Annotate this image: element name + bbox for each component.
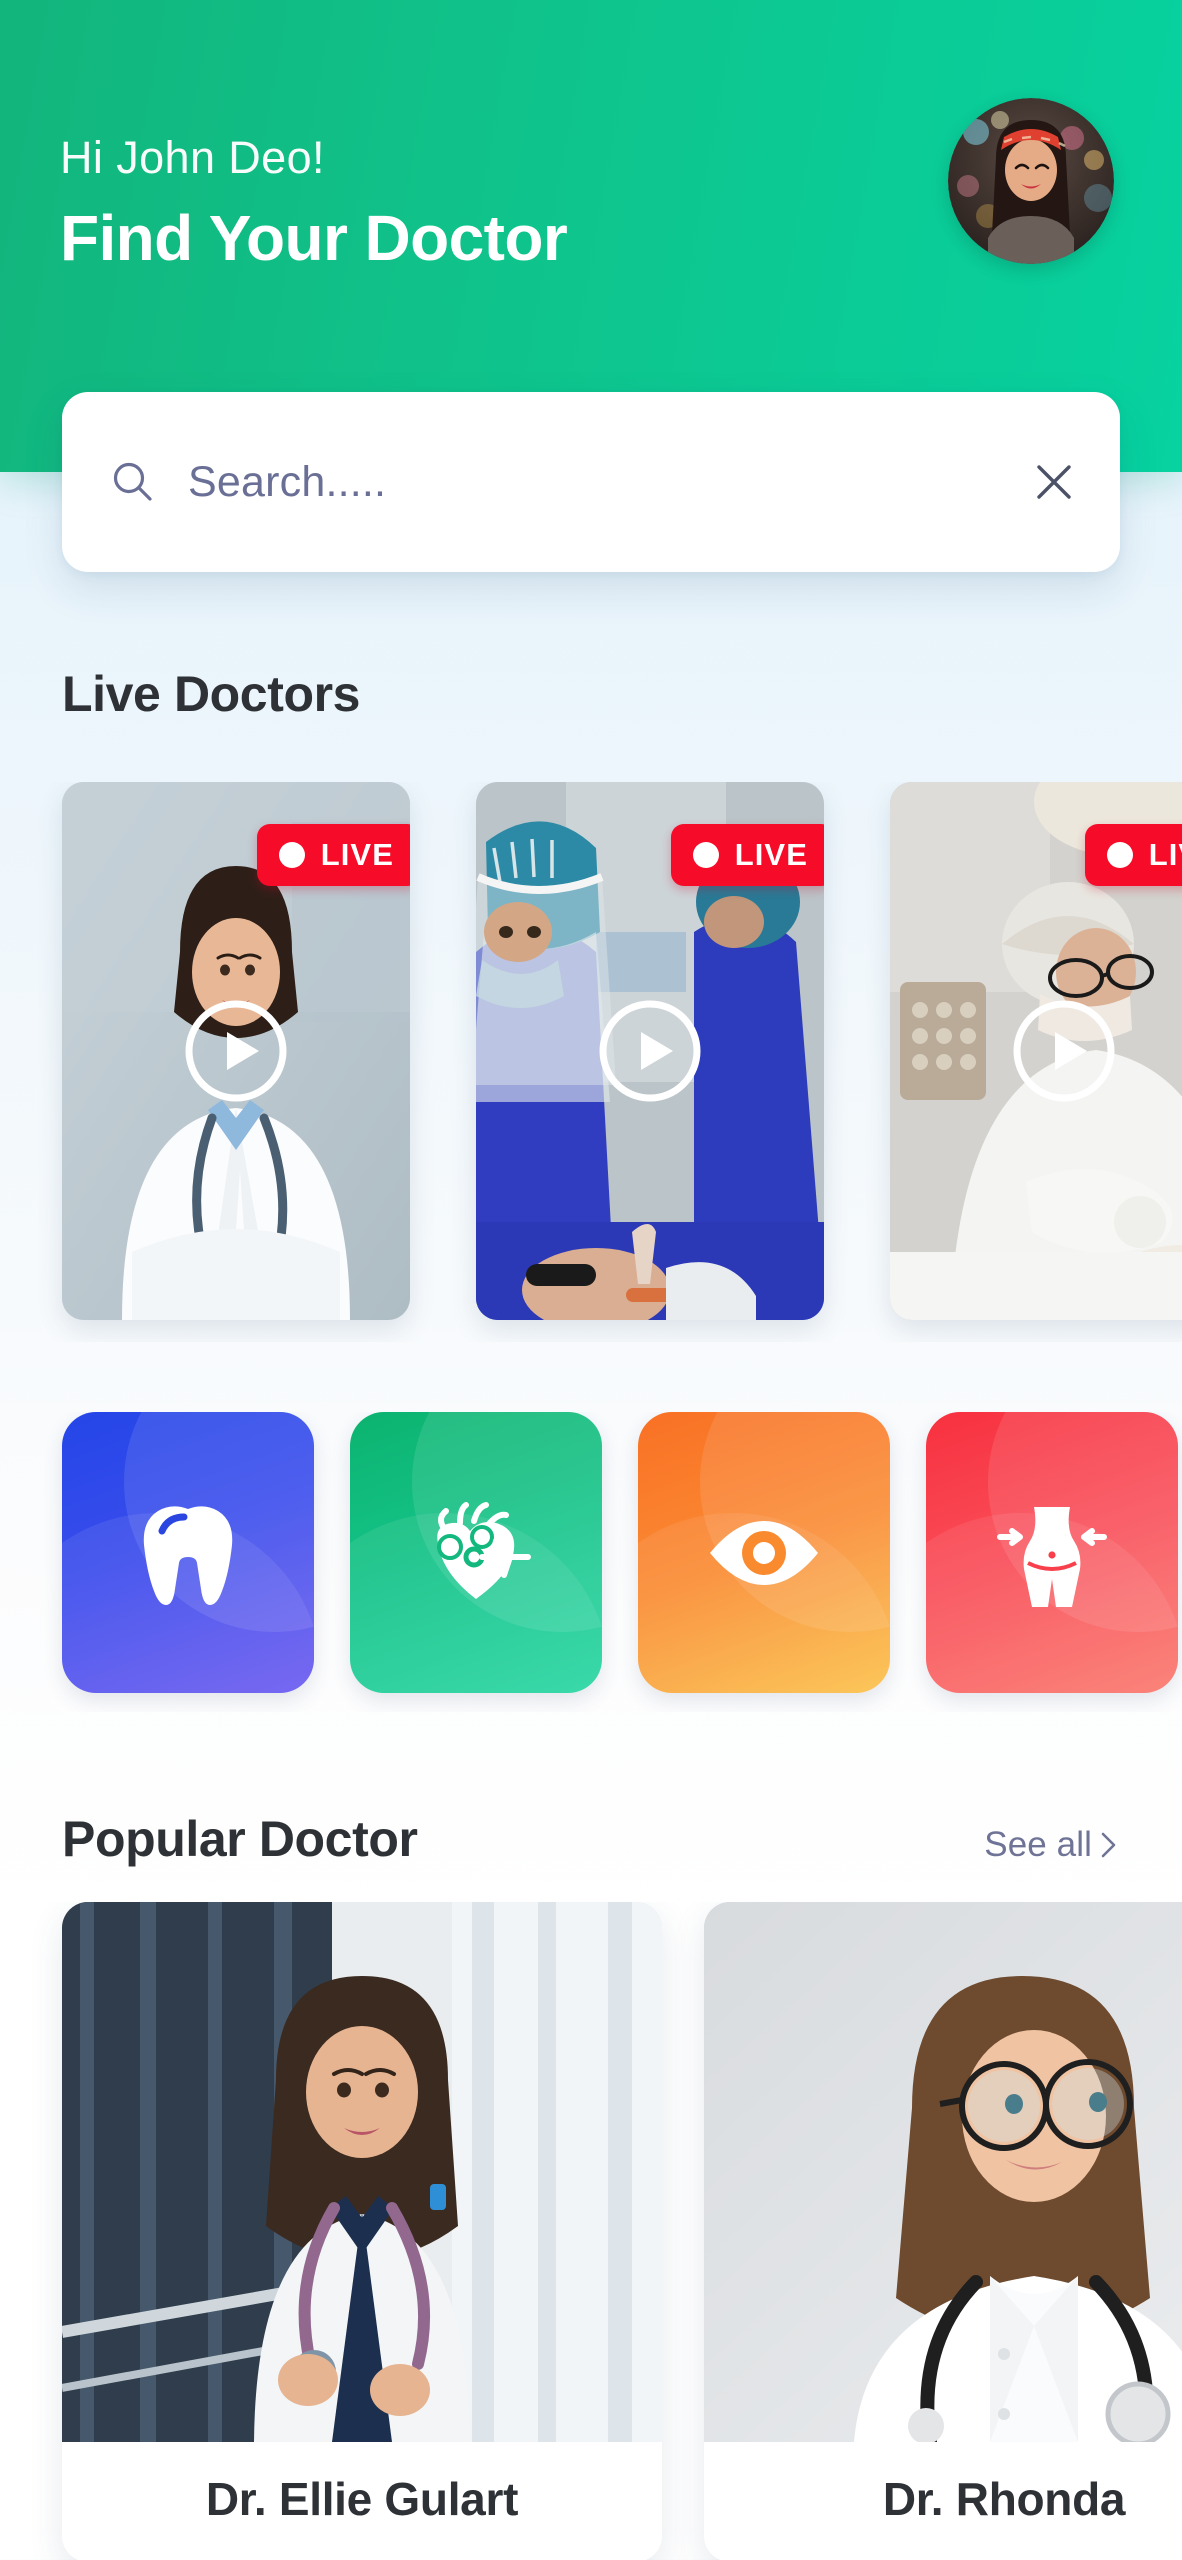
page-title: Find Your Doctor bbox=[60, 201, 568, 274]
category-tile-dental[interactable] bbox=[62, 1412, 314, 1693]
greeting-text: Hi John Deo! bbox=[60, 132, 325, 183]
popular-doctor-title: Popular Doctor bbox=[62, 1811, 418, 1867]
tooth-icon bbox=[143, 1505, 233, 1605]
popular-doctor-header: Popular Doctor See all bbox=[0, 1810, 1182, 1868]
chevron-right-icon bbox=[1101, 1832, 1116, 1858]
live-dot-icon bbox=[692, 842, 719, 868]
see-all-label: See all bbox=[984, 1825, 1092, 1864]
avatar[interactable] bbox=[948, 98, 1114, 264]
category-tile-weight-loss[interactable] bbox=[926, 1412, 1178, 1693]
live-badge: LIVE bbox=[1084, 824, 1182, 886]
popular-doctor-card[interactable]: Dr. Ellie Gulart bbox=[62, 1902, 662, 2560]
live-badge: LIVE bbox=[256, 824, 410, 886]
play-icon[interactable] bbox=[597, 998, 703, 1104]
live-badge: LIVE bbox=[670, 824, 824, 886]
live-doctors-carousel[interactable]: LIVE LIVE LI bbox=[0, 782, 1182, 1342]
play-icon[interactable] bbox=[1011, 998, 1117, 1104]
doctor-corridor-image bbox=[62, 1902, 662, 2442]
popular-doctor-photo bbox=[704, 1902, 1182, 2442]
doctor-glasses-image bbox=[704, 1902, 1182, 2442]
category-tile-cardiology[interactable] bbox=[350, 1412, 602, 1693]
live-doctor-card[interactable]: LIVE bbox=[890, 782, 1182, 1320]
live-dot-icon bbox=[1106, 842, 1133, 868]
live-dot-icon bbox=[278, 842, 305, 868]
live-badge-label: LIVE bbox=[320, 837, 394, 872]
play-icon[interactable] bbox=[183, 998, 289, 1104]
live-doctor-card[interactable]: LIVE bbox=[62, 782, 410, 1320]
live-badge-label: LIVE bbox=[1148, 837, 1182, 872]
popular-doctor-card[interactable]: Dr. Rhonda bbox=[704, 1902, 1182, 2560]
avatar-image bbox=[948, 98, 1114, 264]
search-bar[interactable]: Search..... bbox=[62, 392, 1120, 572]
search-icon bbox=[113, 462, 152, 501]
see-all-link[interactable]: See all bbox=[984, 1825, 1120, 1865]
popular-doctor-photo bbox=[62, 1902, 662, 2442]
category-carousel[interactable] bbox=[0, 1412, 1182, 1712]
close-icon[interactable] bbox=[1032, 460, 1076, 504]
live-doctors-header: Live Doctors bbox=[0, 665, 1182, 723]
popular-doctor-carousel[interactable]: Dr. Ellie Gulart Dr. Rhonda bbox=[0, 1902, 1182, 2560]
eye-icon bbox=[710, 1520, 818, 1585]
live-doctors-title: Live Doctors bbox=[62, 666, 361, 722]
live-badge-label: LIVE bbox=[734, 837, 808, 872]
popular-doctor-name: Dr. Ellie Gulart bbox=[205, 2473, 519, 2525]
heart-pulse-icon bbox=[437, 1501, 531, 1599]
header-text-block: Hi John Deo! Find Your Doctor bbox=[60, 132, 568, 274]
body-slim-icon bbox=[997, 1506, 1107, 1607]
category-tile-ophthalmology[interactable] bbox=[638, 1412, 890, 1693]
search-input[interactable]: Search..... bbox=[188, 458, 1032, 507]
live-doctor-card[interactable]: LIVE bbox=[476, 782, 824, 1320]
popular-doctor-name: Dr. Rhonda bbox=[882, 2473, 1126, 2525]
